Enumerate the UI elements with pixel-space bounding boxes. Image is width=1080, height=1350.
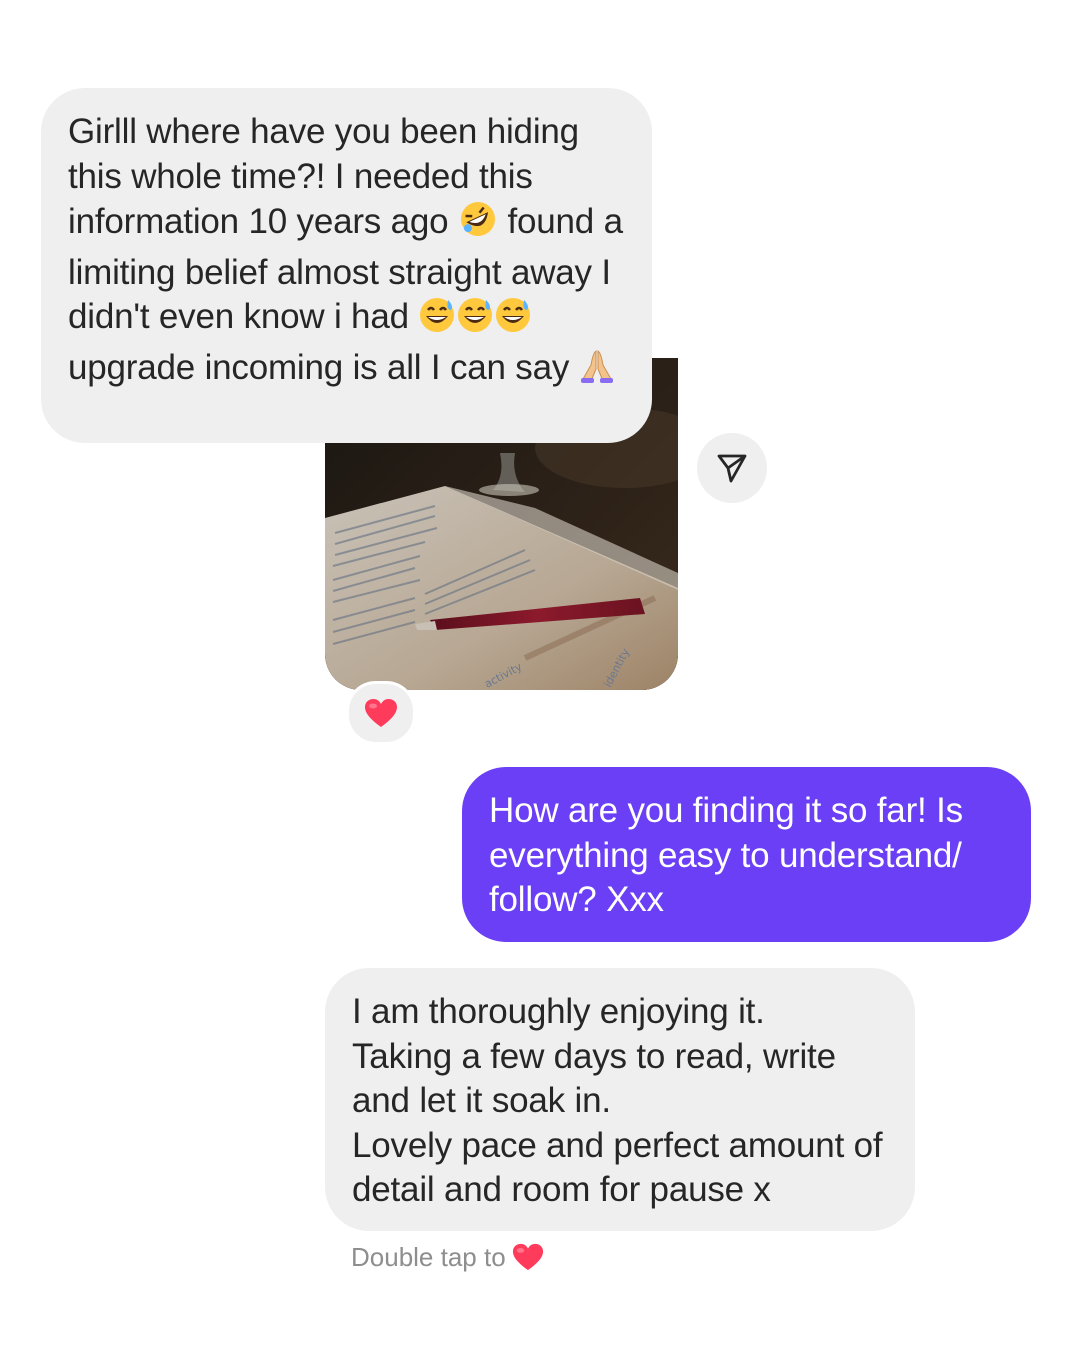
grinning-sweat-icon xyxy=(456,296,494,346)
heart-icon xyxy=(365,699,397,727)
rolling-on-floor-laughing-icon xyxy=(458,199,498,251)
incoming-message-1[interactable]: Girlll where have you been hiding this w… xyxy=(41,88,652,443)
heart-icon xyxy=(512,1243,543,1271)
hint-text: Double tap to xyxy=(351,1241,506,1272)
double-tap-hint: Double tap to xyxy=(351,1239,544,1275)
message-text: I am thoroughly enjoying it. Taking a fe… xyxy=(352,992,883,1209)
share-button[interactable] xyxy=(697,433,767,503)
folded-hands-icon xyxy=(579,347,615,397)
message-text: upgrade incoming is all I can say xyxy=(68,347,579,387)
message-text: How are you finding it so far! Is everyt… xyxy=(489,791,963,919)
send-icon xyxy=(717,454,747,483)
grinning-sweat-icon xyxy=(494,296,532,346)
incoming-message-2[interactable]: I am thoroughly enjoying it. Taking a fe… xyxy=(325,968,915,1231)
grinning-sweat-icon xyxy=(418,296,456,346)
reaction-badge[interactable] xyxy=(346,681,416,745)
outgoing-message[interactable]: How are you finding it so far! Is everyt… xyxy=(462,767,1031,942)
